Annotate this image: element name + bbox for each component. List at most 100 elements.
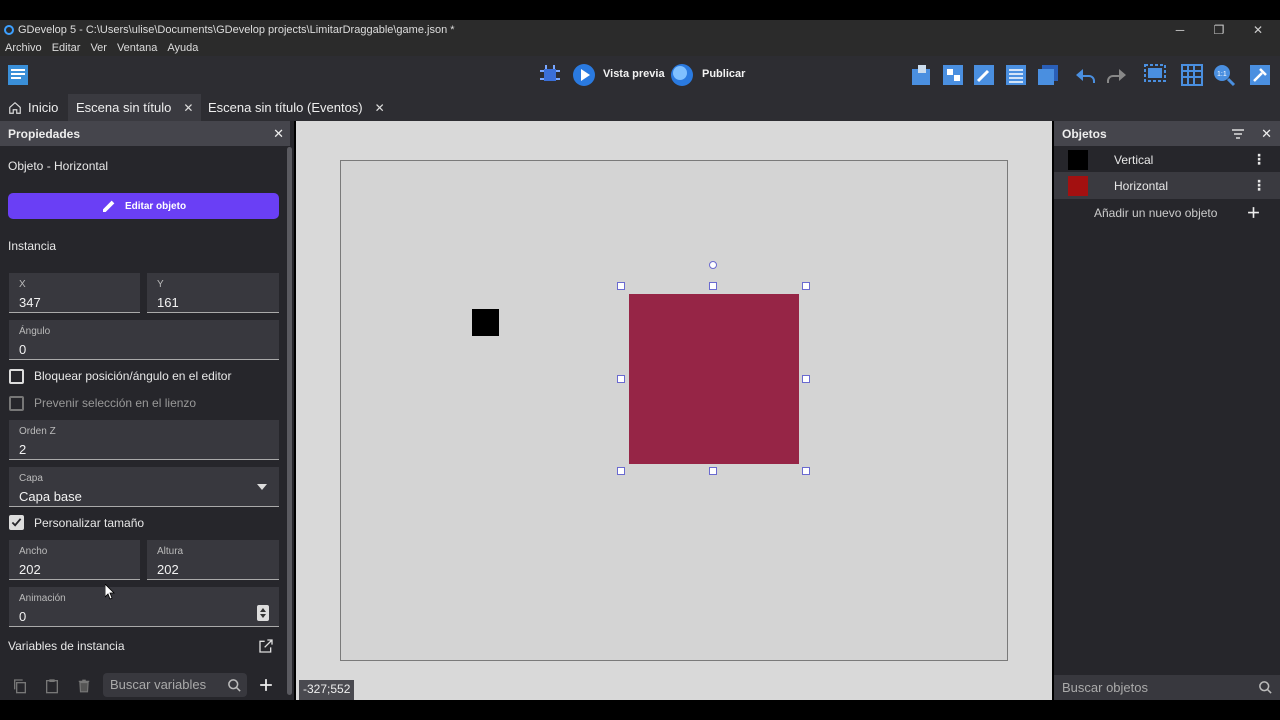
search-icon (228, 679, 241, 692)
tab-escena[interactable]: Escena sin título ✕ (68, 94, 202, 121)
y-field[interactable]: Y 161 (147, 273, 279, 313)
add-variable-icon[interactable] (259, 678, 273, 692)
menu-ventana[interactable]: Ventana (117, 42, 157, 54)
instance-heading: Instancia (8, 239, 57, 253)
instance-variables-heading: Variables de instancia (8, 639, 125, 653)
restore-button[interactable]: ❐ (1199, 20, 1239, 40)
properties-edit-icon[interactable] (972, 63, 996, 87)
project-manager-icon[interactable] (6, 63, 30, 87)
layers-icon[interactable] (1036, 63, 1060, 87)
search-variables-placeholder: Buscar variables (110, 677, 207, 692)
resize-handle-l[interactable] (617, 375, 625, 383)
paste-icon[interactable] (44, 677, 60, 695)
open-external-icon[interactable] (258, 638, 274, 654)
tab-inicio[interactable]: Inicio (0, 94, 66, 121)
copy-icon[interactable] (12, 677, 28, 695)
object-item-horizontal[interactable]: Horizontal ⋮ (1054, 172, 1280, 199)
prevent-selection-checkbox[interactable] (9, 396, 24, 411)
close-panel-icon[interactable]: ✕ (273, 126, 284, 142)
width-field[interactable]: Ancho 202 (9, 540, 140, 580)
debug-icon[interactable] (538, 63, 562, 87)
scene-properties-icon[interactable] (1248, 63, 1272, 87)
lock-label: Bloquear posición/ángulo en el editor (34, 369, 232, 383)
window-title-bar: GDevelop 5 - C:\Users\ulise\Documents\GD… (0, 20, 1280, 40)
grid-icon[interactable] (1180, 63, 1204, 87)
publish-button[interactable]: Publicar (702, 68, 745, 80)
minimize-button[interactable]: ─ (1160, 20, 1200, 40)
objects-header: Objetos ✕ (1054, 121, 1280, 146)
vertical-instance[interactable] (472, 309, 499, 336)
resize-handle-br[interactable] (802, 467, 810, 475)
tab-eventos[interactable]: Escena sin título (Eventos) ✕ (200, 94, 393, 121)
angle-field[interactable]: Ángulo 0 (9, 320, 279, 360)
plus-icon (1248, 207, 1259, 218)
select-all-icon[interactable] (1143, 63, 1167, 87)
close-panel-icon[interactable]: ✕ (1261, 126, 1272, 142)
resize-handle-bl[interactable] (617, 467, 625, 475)
object-thumbnail (1068, 149, 1088, 170)
z-order-label: Orden Z (19, 426, 56, 437)
stepper-icon[interactable] (257, 605, 269, 621)
properties-panel: Propiedades ✕ Objeto - Horizontal Editar… (0, 121, 294, 700)
search-variables-input[interactable]: Buscar variables (103, 673, 247, 697)
animation-field[interactable]: Animación 0 (9, 587, 279, 627)
gdevelop-app-icon (4, 25, 14, 35)
home-icon (9, 101, 21, 114)
editor-tabs: Inicio Escena sin título ✕ Escena sin tí… (0, 94, 1280, 121)
menu-ayuda[interactable]: Ayuda (167, 42, 198, 54)
object-groups-icon[interactable] (941, 63, 965, 87)
object-item-vertical[interactable]: Vertical ⋮ (1054, 146, 1280, 173)
custom-size-label: Personalizar tamaño (34, 516, 145, 530)
object-name: Horizontal (1114, 178, 1169, 193)
rotate-handle[interactable] (709, 261, 717, 269)
close-window-button[interactable]: ✕ (1238, 20, 1278, 40)
search-icon (1259, 681, 1272, 694)
tab-escena-label: Escena sin título (76, 100, 172, 115)
panel-scrollbar[interactable] (287, 147, 292, 695)
layer-label: Capa (19, 473, 43, 484)
edit-object-button[interactable]: Editar objeto (8, 193, 279, 219)
menu-editar[interactable]: Editar (52, 42, 81, 54)
preview-play-icon[interactable] (572, 63, 596, 87)
animation-label: Animación (19, 593, 66, 604)
dropdown-arrow-icon (257, 484, 267, 490)
resize-handle-tr[interactable] (802, 282, 810, 290)
publish-globe-icon[interactable] (670, 63, 694, 87)
menu-ver[interactable]: Ver (90, 42, 107, 54)
search-objects-input[interactable]: Buscar objetos (1054, 675, 1280, 700)
filter-icon[interactable] (1232, 129, 1244, 139)
object-name: Vertical (1114, 152, 1154, 167)
objects-panel-icon[interactable] (910, 63, 934, 87)
menu-bar: Archivo Editar Ver Ventana Ayuda (0, 40, 1280, 56)
x-field[interactable]: X 347 (9, 273, 140, 313)
horizontal-instance[interactable] (629, 294, 799, 464)
more-vert-icon[interactable]: ⋮ (1252, 151, 1266, 168)
redo-icon[interactable] (1105, 63, 1129, 87)
scene-canvas[interactable]: -327;552 (296, 121, 1052, 700)
add-object-row[interactable]: Añadir un nuevo objeto (1054, 199, 1280, 226)
custom-size-checkbox[interactable] (9, 515, 24, 530)
menu-archivo[interactable]: Archivo (5, 42, 42, 54)
z-order-value: 2 (19, 442, 27, 457)
cursor-coordinates: -327;552 (299, 680, 355, 700)
height-label: Altura (157, 546, 184, 557)
height-field[interactable]: Altura 202 (147, 540, 279, 580)
resize-handle-b[interactable] (709, 467, 717, 475)
resize-handle-t[interactable] (709, 282, 717, 290)
more-vert-icon[interactable]: ⋮ (1252, 177, 1266, 194)
resize-handle-tl[interactable] (617, 282, 625, 290)
width-value: 202 (19, 562, 41, 577)
x-value: 347 (19, 295, 41, 310)
resize-handle-r[interactable] (802, 375, 810, 383)
lock-checkbox[interactable] (9, 369, 24, 384)
close-tab-icon[interactable]: ✕ (375, 101, 385, 115)
delete-icon[interactable] (77, 678, 91, 694)
preview-button[interactable]: Vista previa (603, 68, 665, 80)
layer-select[interactable]: Capa Capa base (9, 467, 279, 507)
undo-icon[interactable] (1073, 63, 1097, 87)
instances-list-icon[interactable] (1004, 63, 1028, 87)
search-objects-placeholder: Buscar objetos (1062, 680, 1148, 695)
close-tab-icon[interactable]: ✕ (183, 101, 193, 115)
zoom-icon[interactable]: 1:1 (1212, 63, 1236, 87)
z-order-field[interactable]: Orden Z 2 (9, 420, 279, 460)
